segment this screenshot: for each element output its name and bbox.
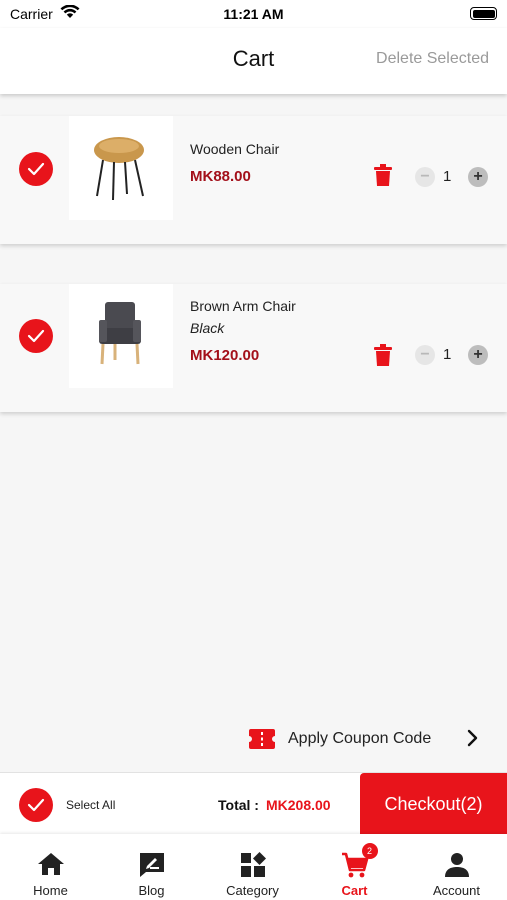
home-icon bbox=[37, 852, 65, 881]
coupon-ticket-icon bbox=[249, 729, 275, 754]
trash-icon[interactable] bbox=[374, 164, 392, 191]
quantity-value: 1 bbox=[443, 346, 452, 363]
checkout-bar: Select All Total : MK208.00 Checkout(2) bbox=[0, 772, 507, 835]
category-icon bbox=[240, 852, 266, 883]
battery-icon bbox=[470, 7, 497, 20]
apply-coupon-row[interactable]: Apply Coupon Code bbox=[0, 720, 507, 758]
decrease-quantity-button[interactable]: − bbox=[415, 345, 435, 365]
product-image[interactable] bbox=[69, 116, 173, 220]
total-value: MK208.00 bbox=[266, 797, 331, 813]
tab-blog[interactable]: Blog bbox=[101, 834, 202, 900]
tab-account[interactable]: Account bbox=[406, 834, 507, 900]
nav-header: Cart Delete Selected bbox=[0, 28, 507, 94]
quantity-value: 1 bbox=[443, 168, 452, 185]
total-label: Total : bbox=[218, 797, 259, 813]
product-name: Brown Arm Chair bbox=[190, 298, 296, 314]
checkmark-icon bbox=[27, 798, 45, 812]
product-name: Wooden Chair bbox=[190, 141, 280, 157]
tab-cart[interactable]: 2 Cart bbox=[304, 834, 405, 900]
product-variant: Black bbox=[190, 320, 225, 336]
checkmark-icon bbox=[27, 162, 45, 176]
cart-count-badge: 2 bbox=[361, 843, 378, 859]
decrease-quantity-button[interactable]: − bbox=[415, 167, 435, 187]
tab-category[interactable]: Category bbox=[202, 834, 303, 900]
chevron-right-icon bbox=[466, 729, 478, 752]
increase-quantity-button[interactable]: + bbox=[468, 167, 488, 187]
status-bar: Carrier 11:21 AM bbox=[0, 0, 507, 28]
bottom-tab-bar: Home Blog Category 2 Cart Account bbox=[0, 834, 507, 900]
blog-icon bbox=[138, 852, 166, 883]
cart-icon: 2 bbox=[341, 843, 378, 883]
status-time: 11:21 AM bbox=[223, 6, 284, 22]
product-image[interactable] bbox=[69, 284, 173, 388]
account-icon bbox=[444, 852, 470, 883]
checkmark-icon bbox=[27, 329, 45, 343]
tab-label: Account bbox=[433, 883, 480, 898]
select-all-label: Select All bbox=[66, 798, 116, 812]
tab-label: Home bbox=[33, 883, 68, 898]
select-all-checkbox[interactable] bbox=[19, 788, 53, 822]
product-price: MK120.00 bbox=[190, 347, 260, 364]
increase-quantity-button[interactable]: + bbox=[468, 345, 488, 365]
tab-home[interactable]: Home bbox=[0, 834, 101, 900]
checkout-button[interactable]: Checkout(2) bbox=[360, 773, 507, 835]
item-checkbox[interactable] bbox=[19, 152, 53, 186]
trash-icon[interactable] bbox=[374, 344, 392, 371]
item-checkbox[interactable] bbox=[19, 319, 53, 353]
product-price: MK88.00 bbox=[190, 168, 251, 185]
tab-label: Cart bbox=[341, 883, 368, 898]
tab-label: Blog bbox=[138, 883, 165, 898]
delete-selected-button[interactable]: Delete Selected bbox=[376, 50, 489, 68]
chair-icon bbox=[94, 137, 144, 201]
cart-item: Wooden Chair MK88.00 − 1 + bbox=[0, 116, 507, 244]
tab-label: Category bbox=[226, 883, 279, 898]
armchair-icon bbox=[99, 302, 141, 365]
cart-item: Brown Arm Chair Black MK120.00 − 1 + bbox=[0, 284, 507, 412]
coupon-label: Apply Coupon Code bbox=[288, 730, 432, 747]
